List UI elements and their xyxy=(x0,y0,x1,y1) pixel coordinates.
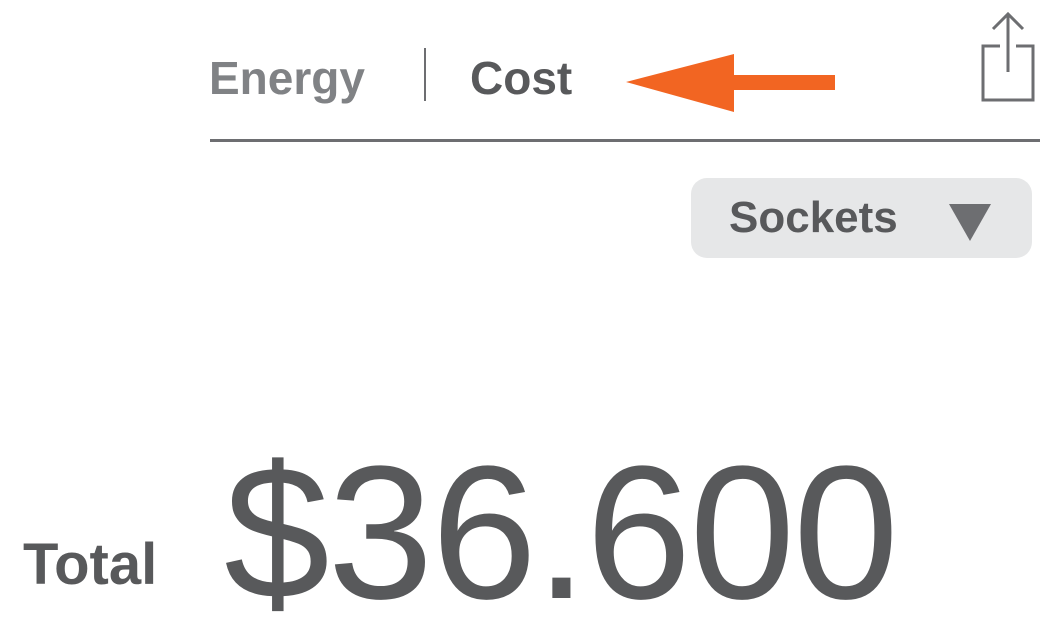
tab-cost[interactable]: Cost xyxy=(470,48,572,108)
tab-underline xyxy=(210,139,1040,142)
tab-divider xyxy=(424,48,426,101)
arrow-left-icon xyxy=(626,54,835,112)
total-label: Total xyxy=(23,532,158,597)
total-value: $36.600 xyxy=(224,427,899,639)
tab-energy[interactable]: Energy xyxy=(209,48,365,108)
device-filter-dropdown[interactable]: Sockets xyxy=(691,178,1032,258)
caret-down-icon xyxy=(949,204,991,241)
dropdown-selected-label: Sockets xyxy=(729,193,898,242)
share-icon[interactable] xyxy=(980,8,1036,104)
